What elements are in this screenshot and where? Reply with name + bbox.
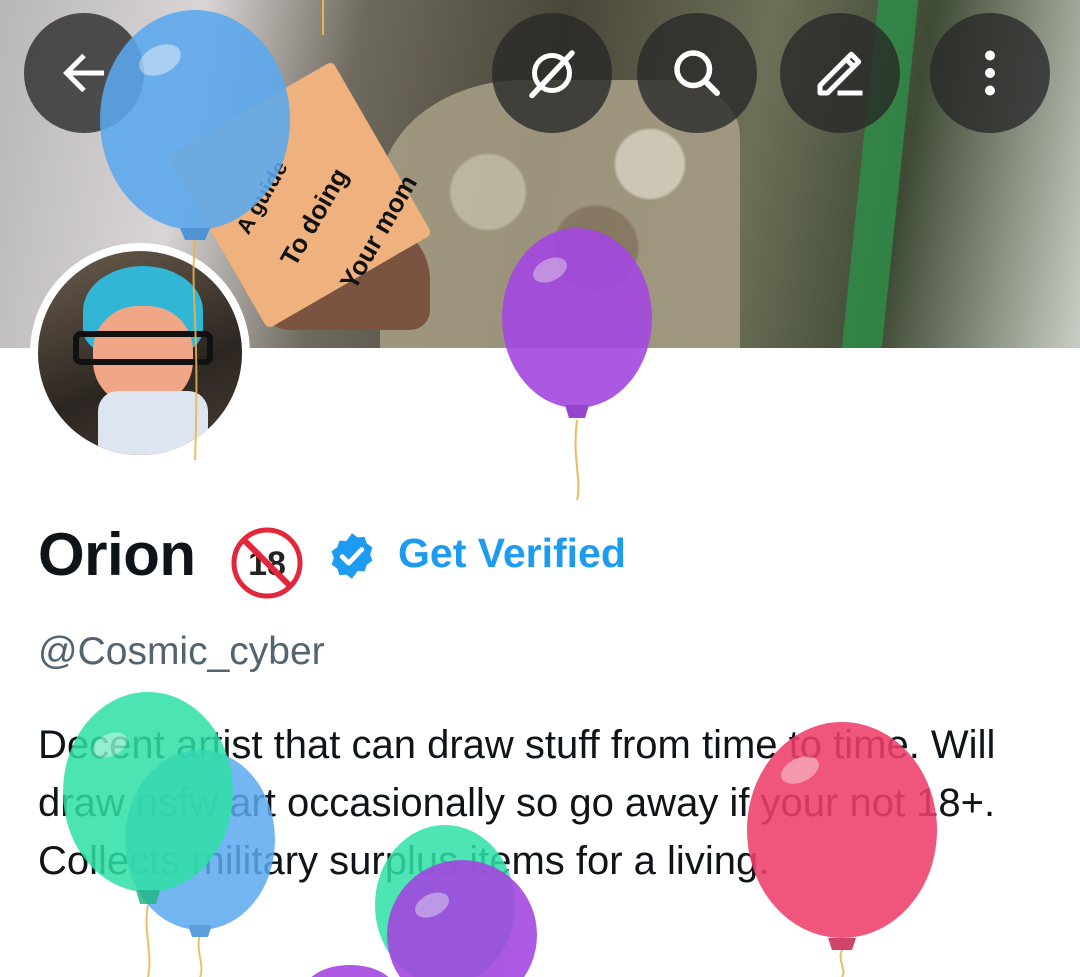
grok-button[interactable] — [492, 13, 612, 133]
banner-card-line-1: A guide — [231, 156, 293, 239]
more-vertical-icon — [985, 50, 995, 96]
user-handle: @Cosmic_cyber — [38, 630, 325, 673]
get-verified-link[interactable]: Get Verified — [398, 530, 626, 577]
verified-badge-icon[interactable] — [326, 530, 378, 582]
display-name: Orion — [38, 521, 196, 588]
profile-avatar[interactable] — [30, 243, 250, 463]
grok-icon — [529, 50, 575, 99]
profile-bio: Decent artist that can draw stuff from t… — [38, 723, 996, 883]
search-button[interactable] — [637, 13, 757, 133]
no-under-18-icon: 18 — [231, 527, 303, 599]
arrow-left-icon — [63, 53, 104, 93]
more-options-button[interactable] — [930, 13, 1050, 133]
balloon-purple-small — [311, 965, 389, 977]
edit-profile-button[interactable] — [780, 13, 900, 133]
pencil-icon — [817, 51, 863, 96]
back-button[interactable] — [24, 13, 144, 133]
search-icon — [674, 50, 720, 96]
avatar-image — [38, 251, 242, 455]
